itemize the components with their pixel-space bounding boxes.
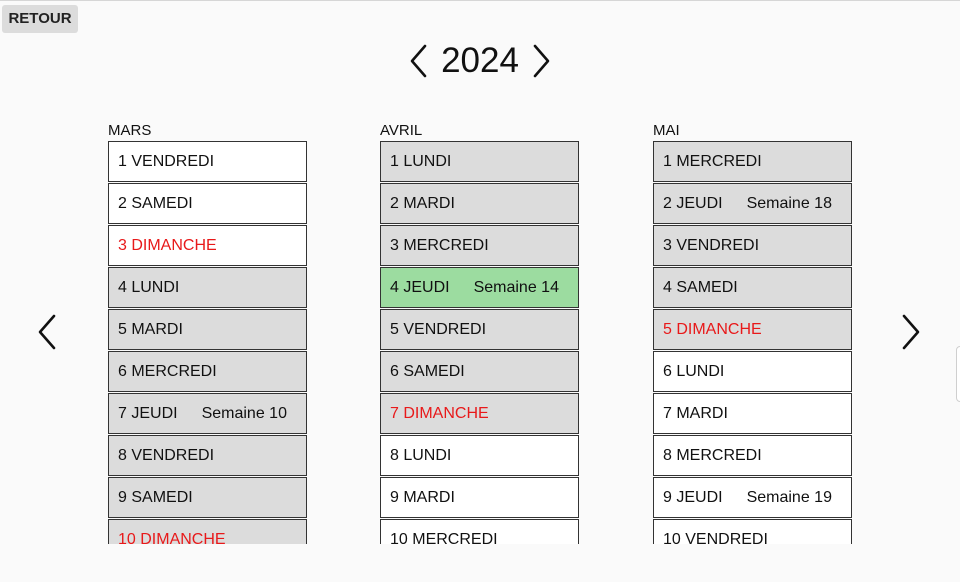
day-cell[interactable]: 8 LUNDI [380,435,579,476]
day-cell[interactable]: 7 DIMANCHE [380,393,579,434]
day-cell[interactable]: 6 SAMEDI [380,351,579,392]
day-label: 10 DIMANCHE [118,530,226,545]
day-label: 4 LUNDI [118,278,180,296]
month-title: MARS [108,122,152,139]
week-number: Semaine 18 [746,194,832,212]
day-cell[interactable]: 4 LUNDI [108,267,307,308]
month-title: MAI [653,122,680,139]
day-label: 1 MERCREDI [663,152,762,170]
day-label: 2 MARDI [390,194,455,212]
day-cell[interactable]: 9 JEUDI Semaine 19 [653,477,852,518]
day-cell[interactable]: 10 VENDREDI [653,519,852,544]
day-label: 3 DIMANCHE [118,236,217,254]
next-months-icon[interactable] [896,313,924,356]
top-divider [0,0,960,1]
chevron-right-icon[interactable] [526,44,554,83]
day-label: 4 JEUDI [390,278,450,296]
day-cell[interactable]: 2 SAMEDI [108,183,307,224]
day-cell[interactable]: 9 MARDI [380,477,579,518]
day-cell[interactable]: 6 LUNDI [653,351,852,392]
month-column: MAI 1 MERCREDI 2 JEUDI Semaine 18 3 VENDRED… [653,122,853,544]
day-cell[interactable]: 4 JEUDI Semaine 14 [380,267,579,308]
day-label: 8 VENDREDI [118,446,215,464]
month-column: MARS 1 VENDREDI 2 SAMEDI 3 DIMANCHE 4 LUNDI… [108,122,308,544]
day-label: 5 DIMANCHE [663,320,762,338]
day-label: 3 VENDREDI [663,236,760,254]
day-list: 1 MERCREDI 2 JEUDI Semaine 18 3 VENDREDI 4 S… [653,141,853,544]
day-cell[interactable]: 9 SAMEDI [108,477,307,518]
day-cell[interactable]: 3 DIMANCHE [108,225,307,266]
day-cell[interactable]: 6 MERCREDI [108,351,307,392]
day-label: 5 VENDREDI [390,320,487,338]
day-cell[interactable]: 8 MERCREDI [653,435,852,476]
day-cell[interactable]: 10 MERCREDI [380,519,579,544]
day-cell[interactable]: 3 MERCREDI [380,225,579,266]
day-label: 6 MERCREDI [118,362,217,380]
day-label: 3 MERCREDI [390,236,489,254]
day-label: 9 SAMEDI [118,488,193,506]
day-list: 1 VENDREDI 2 SAMEDI 3 DIMANCHE 4 LUNDI 5 MAR… [108,141,308,544]
week-number: Semaine 14 [473,278,559,296]
day-label: 7 MARDI [663,404,728,422]
day-cell[interactable]: 5 DIMANCHE [653,309,852,350]
day-label: 8 MERCREDI [663,446,762,464]
day-label: 10 VENDREDI [663,530,768,545]
year-label: 2024 [441,41,519,80]
side-panel-handle[interactable] [956,346,960,402]
day-cell[interactable]: 8 VENDREDI [108,435,307,476]
day-label: 6 SAMEDI [390,362,465,380]
day-cell[interactable]: 7 MARDI [653,393,852,434]
year-navigator: 2024 [400,38,560,84]
previous-months-icon[interactable] [34,313,62,356]
day-cell[interactable]: 1 MERCREDI [653,141,852,182]
day-cell[interactable]: 5 VENDREDI [380,309,579,350]
day-cell[interactable]: 10 DIMANCHE [108,519,307,544]
day-label: 9 MARDI [390,488,455,506]
day-label: 2 SAMEDI [118,194,193,212]
day-label: 7 JEUDI [118,404,178,422]
day-cell[interactable]: 5 MARDI [108,309,307,350]
day-label: 8 LUNDI [390,446,452,464]
day-label: 4 SAMEDI [663,278,738,296]
month-title: AVRIL [380,122,423,139]
day-cell[interactable]: 1 VENDREDI [108,141,307,182]
day-cell[interactable]: 2 JEUDI Semaine 18 [653,183,852,224]
week-number: Semaine 10 [201,404,287,422]
day-label: 7 DIMANCHE [390,404,489,422]
day-cell[interactable]: 1 LUNDI [380,141,579,182]
day-cell[interactable]: 7 JEUDI Semaine 10 [108,393,307,434]
back-button[interactable]: RETOUR [2,5,78,33]
month-column: AVRIL 1 LUNDI 2 MARDI 3 MERCREDI 4 JEUDI Sem… [380,122,580,544]
day-label: 10 MERCREDI [390,530,498,545]
day-label: 2 JEUDI [663,194,723,212]
day-cell[interactable]: 2 MARDI [380,183,579,224]
week-number: Semaine 19 [746,488,832,506]
day-label: 6 LUNDI [663,362,725,380]
day-label: 9 JEUDI [663,488,723,506]
day-label: 1 LUNDI [390,152,452,170]
day-list: 1 LUNDI 2 MARDI 3 MERCREDI 4 JEUDI Semaine 1… [380,141,580,544]
day-cell[interactable]: 4 SAMEDI [653,267,852,308]
day-cell[interactable]: 3 VENDREDI [653,225,852,266]
day-label: 5 MARDI [118,320,183,338]
day-label: 1 VENDREDI [118,152,215,170]
